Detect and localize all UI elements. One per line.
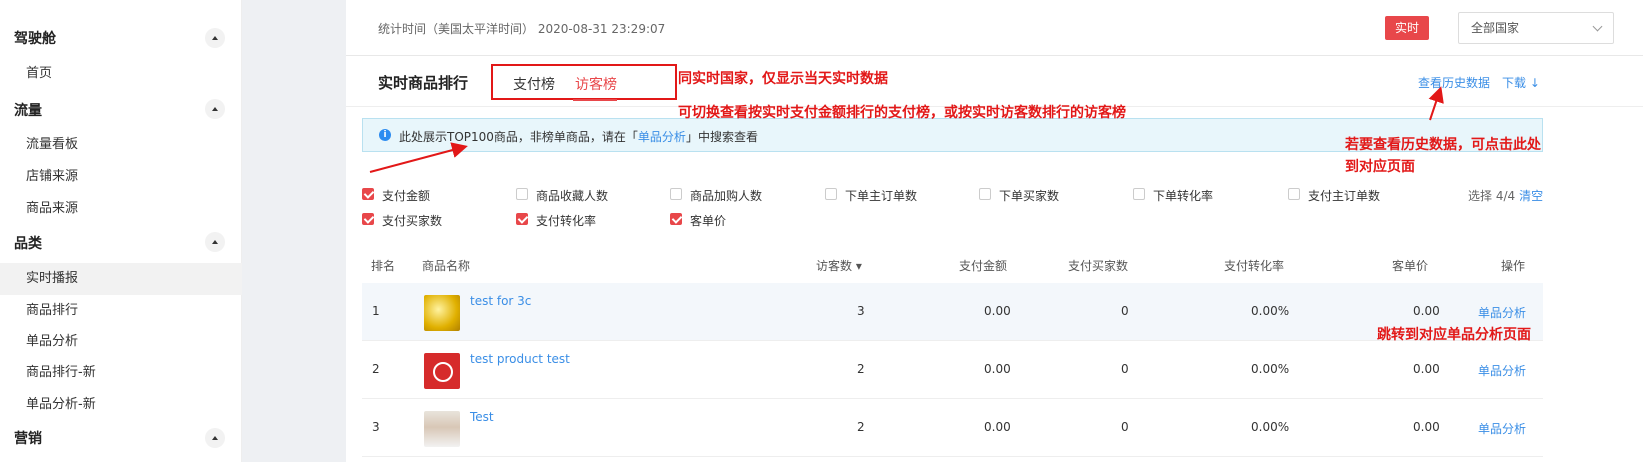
- arrow-to-notice: [369, 142, 468, 173]
- arrow-to-history: [1428, 86, 1444, 121]
- annotation-arrows: [369, 86, 1444, 173]
- app-root: 驾驶舱 首页 流量 流量看板 店铺来源 商品来源 品类 实时播报 商品排行 单品…: [0, 0, 1643, 462]
